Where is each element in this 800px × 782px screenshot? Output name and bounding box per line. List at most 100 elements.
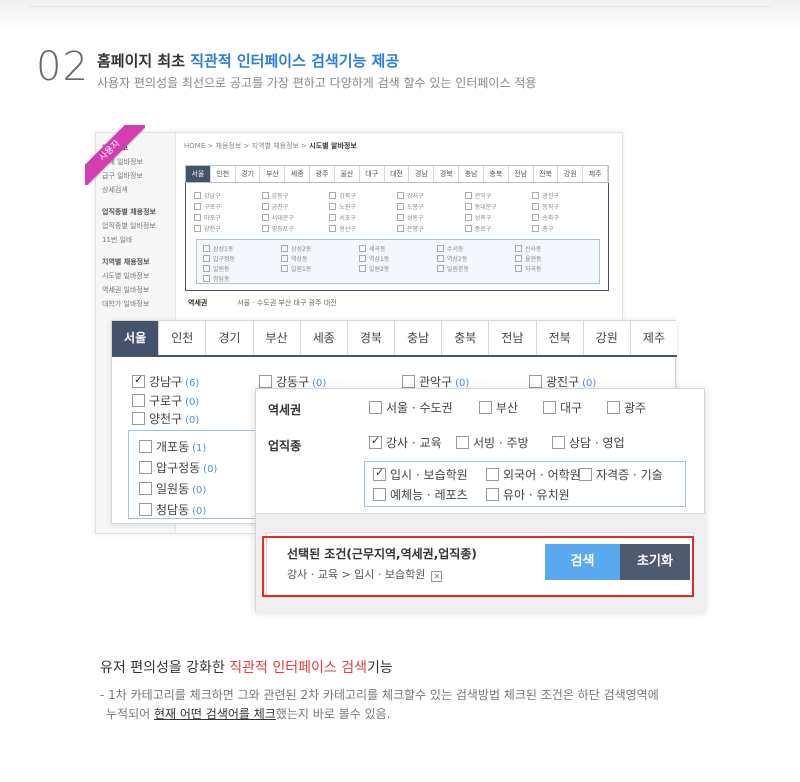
bg-sidebar-item[interactable]: 대학가 일바정보 <box>96 297 175 311</box>
station-checkbox[interactable] <box>369 401 382 414</box>
bg-tab[interactable]: 대구 <box>360 166 385 182</box>
bg-district-checkbox[interactable]: 구로구 <box>194 202 262 213</box>
bg-sidebar-item[interactable]: 상세검색 <box>96 183 175 197</box>
bg-district-checkbox[interactable]: 관악구 <box>465 191 533 202</box>
tab-인천[interactable]: 인천 <box>159 321 207 355</box>
station-option[interactable]: 서울 · 수도권 <box>369 399 453 416</box>
bg-dong-checkbox[interactable]: 일원동 <box>203 264 281 274</box>
bg-dong-checkbox[interactable]: 율현동 <box>515 254 593 264</box>
job-sub-checkbox[interactable] <box>579 468 592 481</box>
tab-부산[interactable]: 부산 <box>253 321 301 355</box>
bg-tab[interactable]: 전남 <box>509 166 534 182</box>
bg-dong-checkbox[interactable]: 일원본동 <box>437 264 515 274</box>
bg-district-checkbox[interactable]: 서초구 <box>329 213 397 224</box>
district-checkbox[interactable] <box>132 394 145 407</box>
bg-district-checkbox[interactable]: 광진구 <box>532 191 600 202</box>
bg-dong-checkbox[interactable]: 신사동 <box>515 244 593 254</box>
job-option[interactable]: 강사 · 교육 <box>369 434 442 451</box>
job-sub-option[interactable]: 입시 · 보습학원 <box>373 466 468 483</box>
bg-dong-checkbox[interactable]: 역삼동 <box>281 254 359 264</box>
bg-district-checkbox[interactable]: 중구 <box>532 224 600 235</box>
bg-tab[interactable]: 대전 <box>385 166 410 182</box>
job-option[interactable]: 상담 · 영업 <box>552 434 625 451</box>
job-sub-option[interactable]: 자격증 · 기술 <box>579 466 663 483</box>
bg-tab[interactable]: 광주 <box>310 166 335 182</box>
bg-district-checkbox[interactable]: 은평구 <box>397 224 465 235</box>
bg-dong-checkbox[interactable]: 압구정동 <box>203 254 281 264</box>
bg-sidebar-item[interactable]: 시도별 일바정보 <box>96 269 175 283</box>
tab-서울[interactable]: 서울 <box>112 321 160 355</box>
job-checkbox[interactable] <box>369 434 382 449</box>
bg-dong-checkbox[interactable]: 수서동 <box>437 244 515 254</box>
job-sub-checkbox[interactable] <box>486 468 499 481</box>
dong-option[interactable]: 개포동 (1) <box>139 438 206 455</box>
bg-district-checkbox[interactable]: 용산구 <box>329 224 397 235</box>
bg-district-checkbox[interactable]: 성동구 <box>397 213 465 224</box>
bg-tab[interactable]: 경기 <box>236 166 261 182</box>
bg-dong-checkbox[interactable]: 삼성2동 <box>281 244 359 254</box>
job-sub-checkbox[interactable] <box>486 488 499 501</box>
district-option[interactable]: 양천구 (0) <box>132 410 199 427</box>
bg-district-checkbox[interactable]: 강서구 <box>397 191 465 202</box>
bg-dong-checkbox[interactable]: 세곡동 <box>359 244 437 254</box>
station-option[interactable]: 대구 <box>543 399 582 416</box>
tab-충남[interactable]: 충남 <box>395 321 443 355</box>
bg-sidebar-item[interactable]: 역세권 일바정보 <box>96 283 175 297</box>
job-sub-option[interactable]: 유아 · 유치원 <box>486 486 570 503</box>
bg-dong-checkbox[interactable]: 삼성1동 <box>203 244 281 254</box>
bg-tab[interactable]: 제주 <box>583 166 609 182</box>
bg-district-checkbox[interactable]: 서대문구 <box>262 213 330 224</box>
bg-district-checkbox[interactable]: 마포구 <box>194 213 262 224</box>
bg-district-checkbox[interactable]: 성북구 <box>465 213 533 224</box>
district-option[interactable]: 구로구 (0) <box>132 392 199 409</box>
district-checkbox[interactable] <box>529 375 542 388</box>
station-checkbox[interactable] <box>607 401 620 414</box>
bg-district-checkbox[interactable]: 강동구 <box>262 191 330 202</box>
bg-dong-checkbox[interactable]: 청담동 <box>203 274 283 284</box>
dong-option[interactable]: 압구정동 (0) <box>139 459 217 476</box>
tab-충북[interactable]: 충북 <box>442 321 490 355</box>
district-checkbox[interactable] <box>132 412 145 425</box>
tab-경기[interactable]: 경기 <box>206 321 254 355</box>
bg-tab[interactable]: 충북 <box>484 166 509 182</box>
dong-checkbox[interactable] <box>139 461 152 474</box>
bg-district-checkbox[interactable]: 종로구 <box>465 224 533 235</box>
bg-district-checkbox[interactable]: 강북구 <box>329 191 397 202</box>
bg-dong-checkbox[interactable]: 일원1동 <box>281 264 359 274</box>
bg-tab[interactable]: 부산 <box>260 166 286 182</box>
job-sub-checkbox[interactable] <box>373 488 386 501</box>
job-sub-checkbox[interactable] <box>373 466 386 481</box>
bg-tab[interactable]: 세종 <box>285 166 311 182</box>
bg-dong-checkbox[interactable]: 일원2동 <box>359 264 437 274</box>
bg-tab[interactable]: 서울 <box>186 166 211 182</box>
district-checkbox[interactable] <box>132 373 145 388</box>
tab-강원[interactable]: 강원 <box>583 321 631 355</box>
station-checkbox[interactable] <box>479 401 492 414</box>
bg-tab[interactable]: 전북 <box>534 166 559 182</box>
bg-district-checkbox[interactable]: 도봉구 <box>397 202 465 213</box>
bg-district-checkbox[interactable]: 강남구 <box>194 191 262 202</box>
bg-tab[interactable]: 충남 <box>459 166 484 182</box>
bg-district-checkbox[interactable]: 동대문구 <box>465 202 533 213</box>
job-option[interactable]: 서빙 · 주방 <box>456 434 529 451</box>
tab-경북[interactable]: 경북 <box>347 321 396 355</box>
bg-district-checkbox[interactable]: 노원구 <box>329 202 397 213</box>
bg-tab[interactable]: 경남 <box>409 166 435 182</box>
bg-district-checkbox[interactable]: 송파구 <box>532 213 600 224</box>
dong-option[interactable]: 청담동 (0) <box>139 501 206 518</box>
job-sub-option[interactable]: 예체능 · 레포츠 <box>373 486 468 503</box>
station-checkbox[interactable] <box>543 401 556 414</box>
bg-district-checkbox[interactable]: 영등포구 <box>262 224 330 235</box>
tab-제주[interactable]: 제주 <box>630 321 678 355</box>
bg-dong-checkbox[interactable]: 자곡동 <box>515 264 593 274</box>
dong-checkbox[interactable] <box>139 503 152 516</box>
station-option[interactable]: 부산 <box>479 399 518 416</box>
bg-sidebar-item[interactable]: 지역별 채용정보 <box>96 255 175 269</box>
bg-dong-checkbox[interactable]: 역삼2동 <box>437 254 515 264</box>
job-sub-option[interactable]: 외국어 · 어학원 <box>486 466 581 483</box>
dong-checkbox[interactable] <box>139 482 152 495</box>
bg-tab[interactable]: 인천 <box>211 166 236 182</box>
tab-전북[interactable]: 전북 <box>536 321 584 355</box>
dong-checkbox[interactable] <box>139 440 152 453</box>
bg-district-checkbox[interactable]: 양천구 <box>194 224 262 235</box>
